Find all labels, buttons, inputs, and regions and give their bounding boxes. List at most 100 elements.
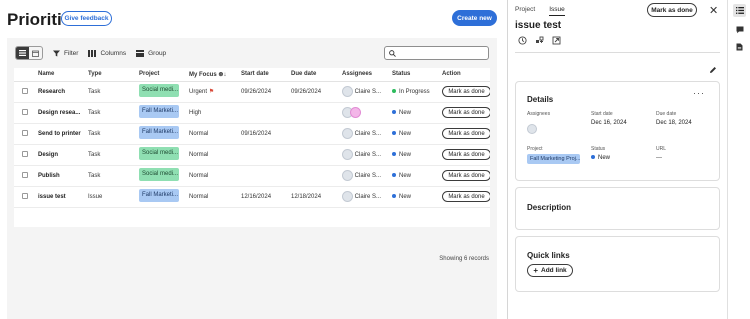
column-header-type[interactable]: Type — [86, 68, 137, 82]
focus-cell[interactable]: Urgent ⚑ — [187, 81, 239, 103]
filter-button[interactable]: Filter — [53, 50, 78, 57]
assignees-cell[interactable]: Claire S... — [340, 81, 390, 103]
mark-as-done-button[interactable]: Mark as done — [442, 149, 490, 160]
search-input[interactable] — [398, 50, 488, 56]
column-header-status[interactable]: Status — [390, 68, 440, 82]
row-checkbox[interactable] — [22, 192, 28, 199]
list-view-icon[interactable] — [16, 47, 29, 59]
task-name[interactable]: Design resea... — [36, 102, 86, 124]
column-header-due-date[interactable]: Due date — [289, 68, 340, 82]
open-in-new-icon[interactable] — [552, 36, 561, 45]
column-header-assignees[interactable]: Assignees — [340, 68, 390, 82]
assignees-cell[interactable]: Claire S... — [340, 165, 390, 187]
mark-as-done-button[interactable]: Mark as done — [442, 191, 490, 202]
task-name[interactable]: Research — [36, 81, 86, 103]
column-header-start-date[interactable]: Start date — [239, 68, 289, 82]
group-button[interactable]: Group — [136, 49, 166, 57]
table-row[interactable]: Design resea... Task Fall Marketi... High Ne… — [14, 102, 490, 124]
calendar-view-icon[interactable] — [29, 47, 42, 59]
description-card[interactable]: Description — [515, 187, 720, 230]
row-checkbox[interactable] — [22, 150, 28, 157]
project-tag[interactable]: Fall Marketi... — [139, 126, 179, 139]
task-name[interactable]: Send to printer — [36, 123, 86, 145]
due-date[interactable] — [289, 102, 340, 124]
tab-project[interactable]: Project — [515, 6, 535, 16]
status-cell[interactable]: In Progress — [390, 81, 440, 103]
assignees-cell[interactable] — [340, 102, 390, 124]
table-row[interactable]: issue test Issue Fall Marketi... Normal 12/1… — [14, 186, 490, 208]
details-panel-icon[interactable] — [733, 4, 746, 17]
due-date-value[interactable]: Dec 18, 2024 — [656, 120, 692, 126]
add-assignee-avatar[interactable] — [350, 107, 361, 118]
row-checkbox[interactable] — [22, 129, 28, 136]
edit-icon[interactable] — [709, 61, 717, 79]
column-header-focus[interactable]: My Focus ⊛↓ — [187, 68, 239, 82]
status-cell[interactable]: New — [390, 102, 440, 124]
due-date[interactable] — [289, 144, 340, 166]
filter-label: Filter — [64, 49, 79, 57]
start-date[interactable] — [239, 102, 289, 124]
start-date-value[interactable]: Dec 16, 2024 — [591, 120, 627, 126]
history-icon[interactable] — [518, 36, 527, 45]
table-row[interactable]: Publish Task Social medi... Normal Claire S… — [14, 165, 490, 187]
table-row[interactable]: Send to printer Task Fall Marketi... Normal… — [14, 123, 490, 145]
url-value[interactable]: --- — [656, 155, 662, 161]
project-tag[interactable]: Fall Marketi... — [139, 189, 179, 202]
row-checkbox[interactable] — [22, 108, 28, 115]
start-date[interactable]: 09/16/2024 — [239, 123, 289, 145]
row-checkbox[interactable] — [22, 171, 28, 178]
assignee-avatar[interactable] — [527, 120, 537, 138]
mark-as-done-button[interactable]: Mark as done — [647, 3, 697, 17]
project-tag[interactable]: Fall Marketing Proj... — [527, 154, 580, 164]
mark-as-done-button[interactable]: Mark as done — [442, 128, 490, 139]
due-date[interactable]: 12/18/2024 — [289, 186, 340, 208]
convert-icon[interactable] — [535, 36, 544, 45]
sort-icon[interactable]: ⊛↓ — [218, 72, 226, 78]
due-date[interactable]: 09/26/2024 — [289, 81, 340, 103]
project-tag[interactable]: Social medi... — [139, 147, 179, 160]
status-cell[interactable]: New — [390, 144, 440, 166]
start-date[interactable]: 12/16/2024 — [239, 186, 289, 208]
give-feedback-button[interactable]: Give feedback — [61, 11, 112, 26]
focus-cell[interactable]: Normal — [187, 186, 239, 208]
due-date[interactable] — [289, 123, 340, 145]
create-new-button[interactable]: Create new — [452, 10, 497, 26]
status-cell[interactable]: New — [390, 123, 440, 145]
search-field[interactable] — [384, 46, 489, 60]
due-date[interactable] — [289, 165, 340, 187]
start-date[interactable]: 09/26/2024 — [239, 81, 289, 103]
mark-as-done-button[interactable]: Mark as done — [442, 170, 490, 181]
more-options-icon[interactable]: ··· — [693, 88, 705, 98]
focus-cell[interactable]: Normal — [187, 123, 239, 145]
focus-cell[interactable]: Normal — [187, 165, 239, 187]
add-link-button[interactable]: + Add link — [527, 264, 573, 277]
focus-cell[interactable]: High — [187, 102, 239, 124]
project-tag[interactable]: Social medi... — [139, 168, 179, 181]
task-name[interactable]: Design — [36, 144, 86, 166]
project-tag[interactable]: Social medi... — [139, 84, 179, 97]
project-tag[interactable]: Fall Marketi... — [139, 105, 179, 118]
assignees-cell[interactable]: Claire S... — [340, 123, 390, 145]
table-row[interactable]: Design Task Social medi... Normal Claire S.… — [14, 144, 490, 166]
column-header-project[interactable]: Project — [137, 68, 187, 82]
focus-cell[interactable]: Normal — [187, 144, 239, 166]
mark-as-done-button[interactable]: Mark as done — [442, 86, 490, 97]
status-cell[interactable]: New — [390, 165, 440, 187]
assignees-cell[interactable]: Claire S... — [340, 186, 390, 208]
document-icon[interactable] — [733, 40, 746, 53]
row-checkbox[interactable] — [22, 87, 28, 94]
column-header-name[interactable]: Name — [36, 68, 86, 82]
status-cell[interactable]: New — [390, 186, 440, 208]
task-name[interactable]: Publish — [36, 165, 86, 187]
status-value[interactable]: New — [591, 155, 610, 161]
task-name[interactable]: issue test — [36, 186, 86, 208]
columns-button[interactable]: Columns — [88, 49, 126, 57]
table-row[interactable]: Research Task Social medi... Urgent ⚑ 09/26/… — [14, 81, 490, 103]
start-date[interactable] — [239, 165, 289, 187]
close-icon[interactable]: ✕ — [709, 4, 718, 17]
tab-issue[interactable]: Issue — [549, 6, 565, 16]
assignees-cell[interactable]: Claire S... — [340, 144, 390, 166]
mark-as-done-button[interactable]: Mark as done — [442, 107, 490, 118]
start-date[interactable] — [239, 144, 289, 166]
comments-icon[interactable] — [733, 23, 746, 36]
